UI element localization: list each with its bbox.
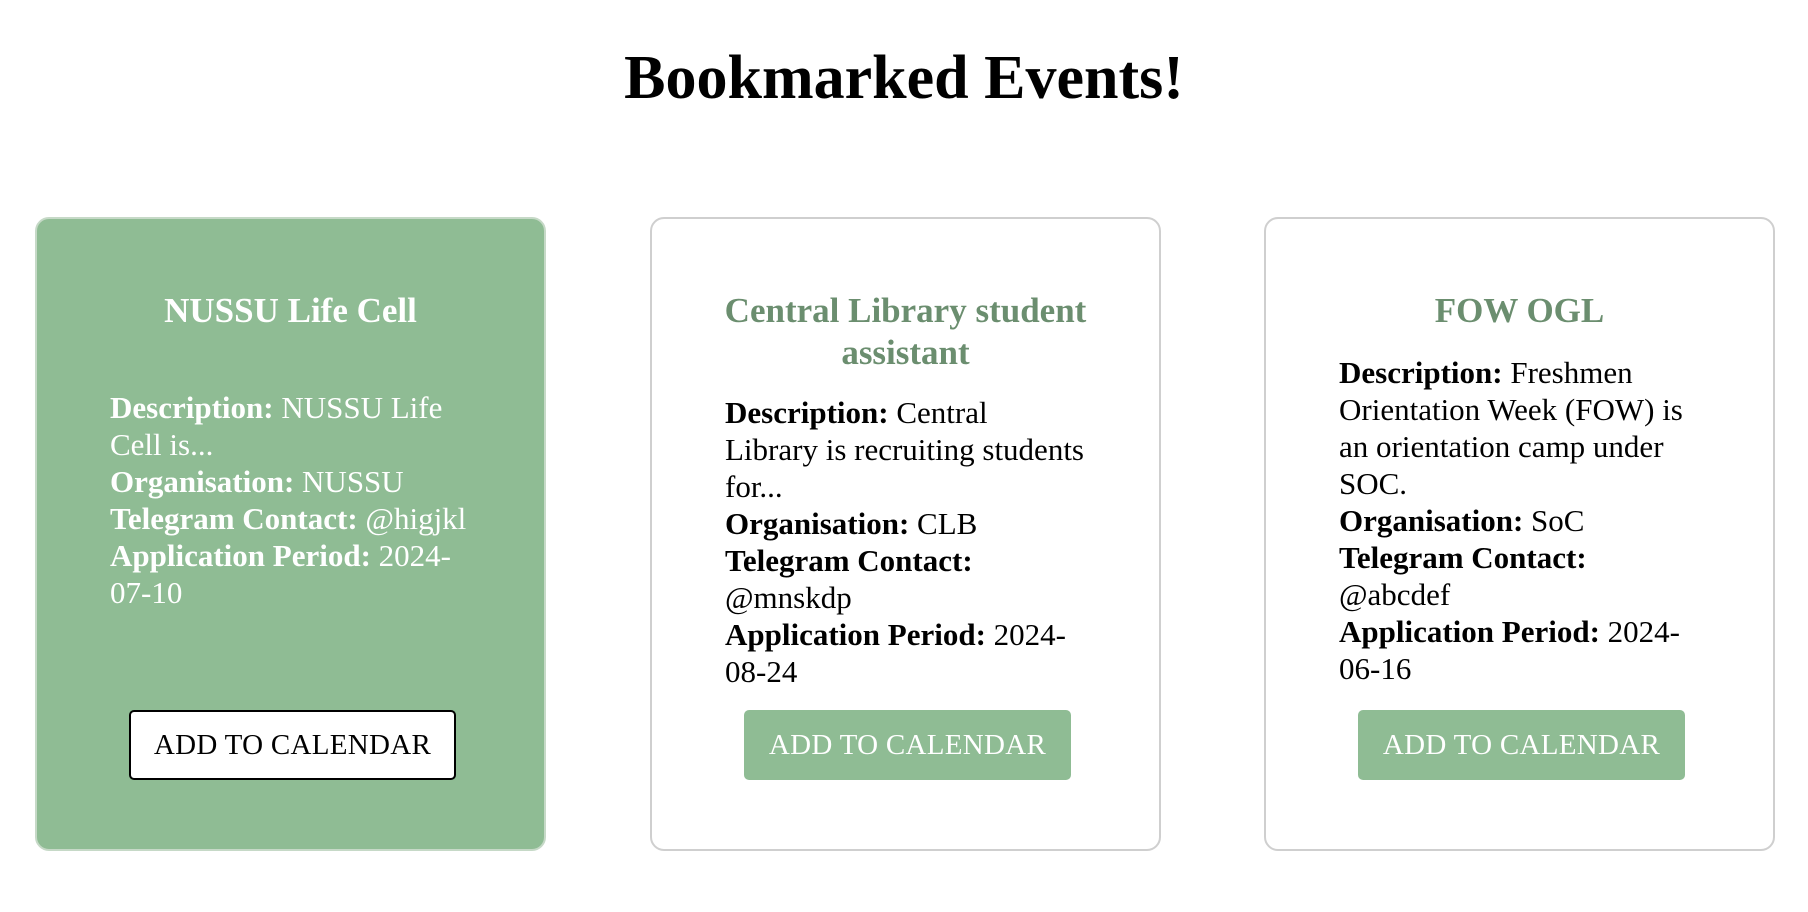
event-card[interactable]: NUSSU Life Cell Description: NUSSU Life … <box>35 217 546 851</box>
period-label: Application Period: <box>725 617 986 652</box>
organisation-value: NUSSU <box>302 464 404 499</box>
event-details: Description: Freshmen Orientation Week (… <box>1339 354 1698 687</box>
organisation-label: Organisation: <box>1339 503 1524 538</box>
event-period: Application Period: 2024-07-10 <box>110 537 469 611</box>
event-period: Application Period: 2024-06-16 <box>1339 613 1698 687</box>
add-to-calendar-button[interactable]: ADD TO CALENDAR <box>1358 710 1685 780</box>
organisation-value: SoC <box>1531 503 1585 538</box>
event-telegram: Telegram Contact: @mnskdp <box>725 542 1084 616</box>
description-label: Description: <box>110 390 274 425</box>
description-label: Description: <box>1339 355 1503 390</box>
period-label: Application Period: <box>110 538 371 573</box>
add-to-calendar-button[interactable]: ADD TO CALENDAR <box>744 710 1071 780</box>
telegram-value: @higjkl <box>365 501 467 536</box>
event-description: Description: Freshmen Orientation Week (… <box>1339 354 1698 502</box>
event-description: Description: Central Library is recruiti… <box>725 394 1084 505</box>
event-title: Central Library student assistant <box>724 291 1087 372</box>
event-card[interactable]: Central Library student assistant Descri… <box>650 217 1161 851</box>
telegram-label: Telegram Contact: <box>725 543 973 578</box>
telegram-value: @mnskdp <box>725 580 852 615</box>
organisation-label: Organisation: <box>110 464 295 499</box>
event-organisation: Organisation: SoC <box>1339 502 1698 539</box>
event-card-list: NUSSU Life Cell Description: NUSSU Life … <box>35 217 1775 853</box>
telegram-label: Telegram Contact: <box>1339 540 1587 575</box>
organisation-label: Organisation: <box>725 506 910 541</box>
event-organisation: Organisation: NUSSU <box>110 463 469 500</box>
event-telegram: Telegram Contact: @abcdef <box>1339 539 1698 613</box>
add-to-calendar-button[interactable]: ADD TO CALENDAR <box>129 710 456 780</box>
event-details: Description: Central Library is recruiti… <box>725 394 1084 690</box>
telegram-value: @abcdef <box>1339 577 1451 612</box>
page-title: Bookmarked Events! <box>624 44 1184 112</box>
event-card[interactable]: FOW OGL Description: Freshmen Orientatio… <box>1264 217 1775 851</box>
event-description: Description: NUSSU Life Cell is... <box>110 389 469 463</box>
telegram-label: Telegram Contact: <box>110 501 358 536</box>
event-title: FOW OGL <box>1434 291 1605 330</box>
period-label: Application Period: <box>1339 614 1600 649</box>
event-period: Application Period: 2024-08-24 <box>725 616 1084 690</box>
event-details: Description: NUSSU Life Cell is... Organ… <box>110 389 469 611</box>
description-label: Description: <box>725 395 889 430</box>
event-title: NUSSU Life Cell <box>164 291 417 330</box>
event-telegram: Telegram Contact: @higjkl <box>110 500 469 537</box>
organisation-value: CLB <box>917 506 978 541</box>
event-organisation: Organisation: CLB <box>725 505 1084 542</box>
